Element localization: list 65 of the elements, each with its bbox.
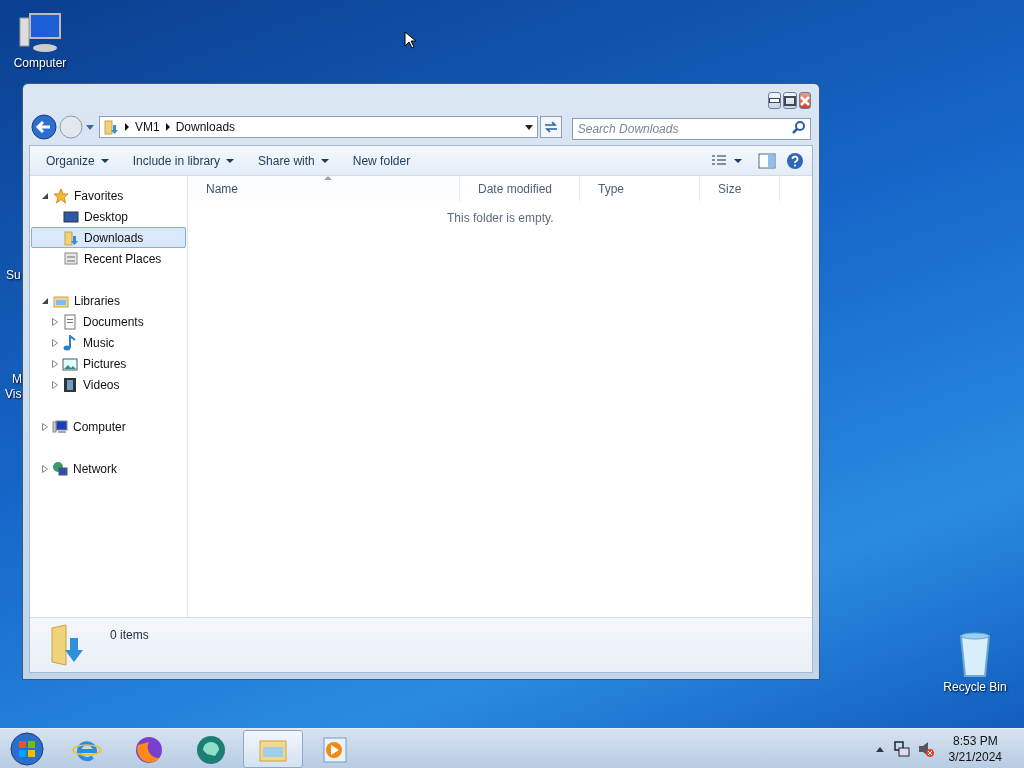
clock[interactable]: 8:53 PM 3/21/2024 (944, 732, 1024, 765)
toolbar-button[interactable]: Share with (246, 148, 341, 173)
document-icon (62, 313, 78, 330)
close-button[interactable] (799, 92, 811, 109)
navigation-item[interactable]: Music (31, 332, 186, 353)
computer-icon (52, 418, 68, 435)
recent-pages-caret-icon[interactable] (85, 123, 95, 131)
navigation-item[interactable]: Favorites (31, 185, 186, 206)
details-view-icon (712, 154, 726, 167)
desktop-icon-label[interactable]: Recycle Bin (943, 678, 1007, 696)
back-button[interactable] (31, 114, 57, 140)
monitor-icon (63, 208, 79, 225)
navigation-item[interactable]: Videos (31, 374, 186, 395)
breadcrumb-item[interactable]: Downloads (175, 118, 236, 136)
dropdown-caret-icon (320, 157, 329, 164)
search-field[interactable]: Search Downloads (571, 118, 811, 140)
toolbar-button[interactable]: Include in library (120, 148, 247, 173)
empty-folder-message: This folder is empty. (446, 210, 555, 227)
toolbar-button[interactable]: New folder (340, 148, 423, 173)
desktop-icon-label[interactable]: Computer (13, 54, 67, 72)
dropdown-caret-icon (523, 123, 534, 131)
search-icon (792, 120, 806, 134)
desktop-icon-label[interactable]: Vis (5, 385, 22, 403)
sort-arrow-icon (323, 176, 332, 180)
desktop-icon-label[interactable]: Su (6, 266, 21, 284)
maximize-icon (784, 95, 796, 106)
network-icon[interactable] (892, 739, 911, 758)
breadcrumb-item[interactable]: VM1 (135, 118, 160, 136)
start-button[interactable] (7, 730, 47, 767)
navigation-item[interactable]: Pictures (31, 353, 186, 374)
music-note-icon (62, 334, 78, 351)
navigation-item[interactable]: Documents (31, 311, 186, 332)
item-count: 0 items (110, 627, 149, 644)
dropdown-caret-icon (100, 157, 109, 164)
dropdown-caret-icon (226, 157, 235, 164)
computer-icon (16, 10, 64, 54)
download-folder-icon (50, 624, 86, 668)
mouse-pointer-icon (404, 31, 416, 49)
download-folder-icon (103, 119, 119, 135)
picture-icon (62, 355, 78, 372)
navigation-item[interactable]: Desktop (31, 206, 186, 227)
navigation-item[interactable]: Downloads (31, 227, 186, 248)
muted-speaker-icon[interactable] (916, 739, 935, 758)
toolbar-button[interactable]: Organize (34, 148, 121, 173)
address-bar[interactable]: VM1 Downloads (99, 116, 538, 138)
navigation-item[interactable]: Libraries (31, 290, 186, 311)
close-icon (800, 95, 810, 106)
minimize-icon (769, 98, 780, 103)
help-button[interactable] (786, 151, 804, 170)
navigation-item[interactable]: Computer (31, 416, 186, 437)
breadcrumb-arrow-icon (164, 123, 171, 131)
desktop-icon-label[interactable]: M (12, 370, 22, 388)
breadcrumb-arrow-icon (124, 123, 130, 131)
maximize-button[interactable] (783, 92, 797, 109)
navigation-item[interactable]: Network (31, 458, 186, 479)
download-folder-icon (63, 229, 79, 246)
globe-computer-icon (52, 460, 68, 477)
star-icon (53, 187, 69, 204)
minimize-button[interactable] (768, 92, 781, 109)
dropdown-caret-icon (734, 157, 742, 164)
film-icon (62, 376, 78, 393)
column-header[interactable]: Name (188, 176, 460, 201)
refresh-button[interactable] (539, 116, 562, 138)
navigation-item[interactable]: Recent Places (31, 248, 186, 269)
recent-places-icon (63, 250, 79, 267)
